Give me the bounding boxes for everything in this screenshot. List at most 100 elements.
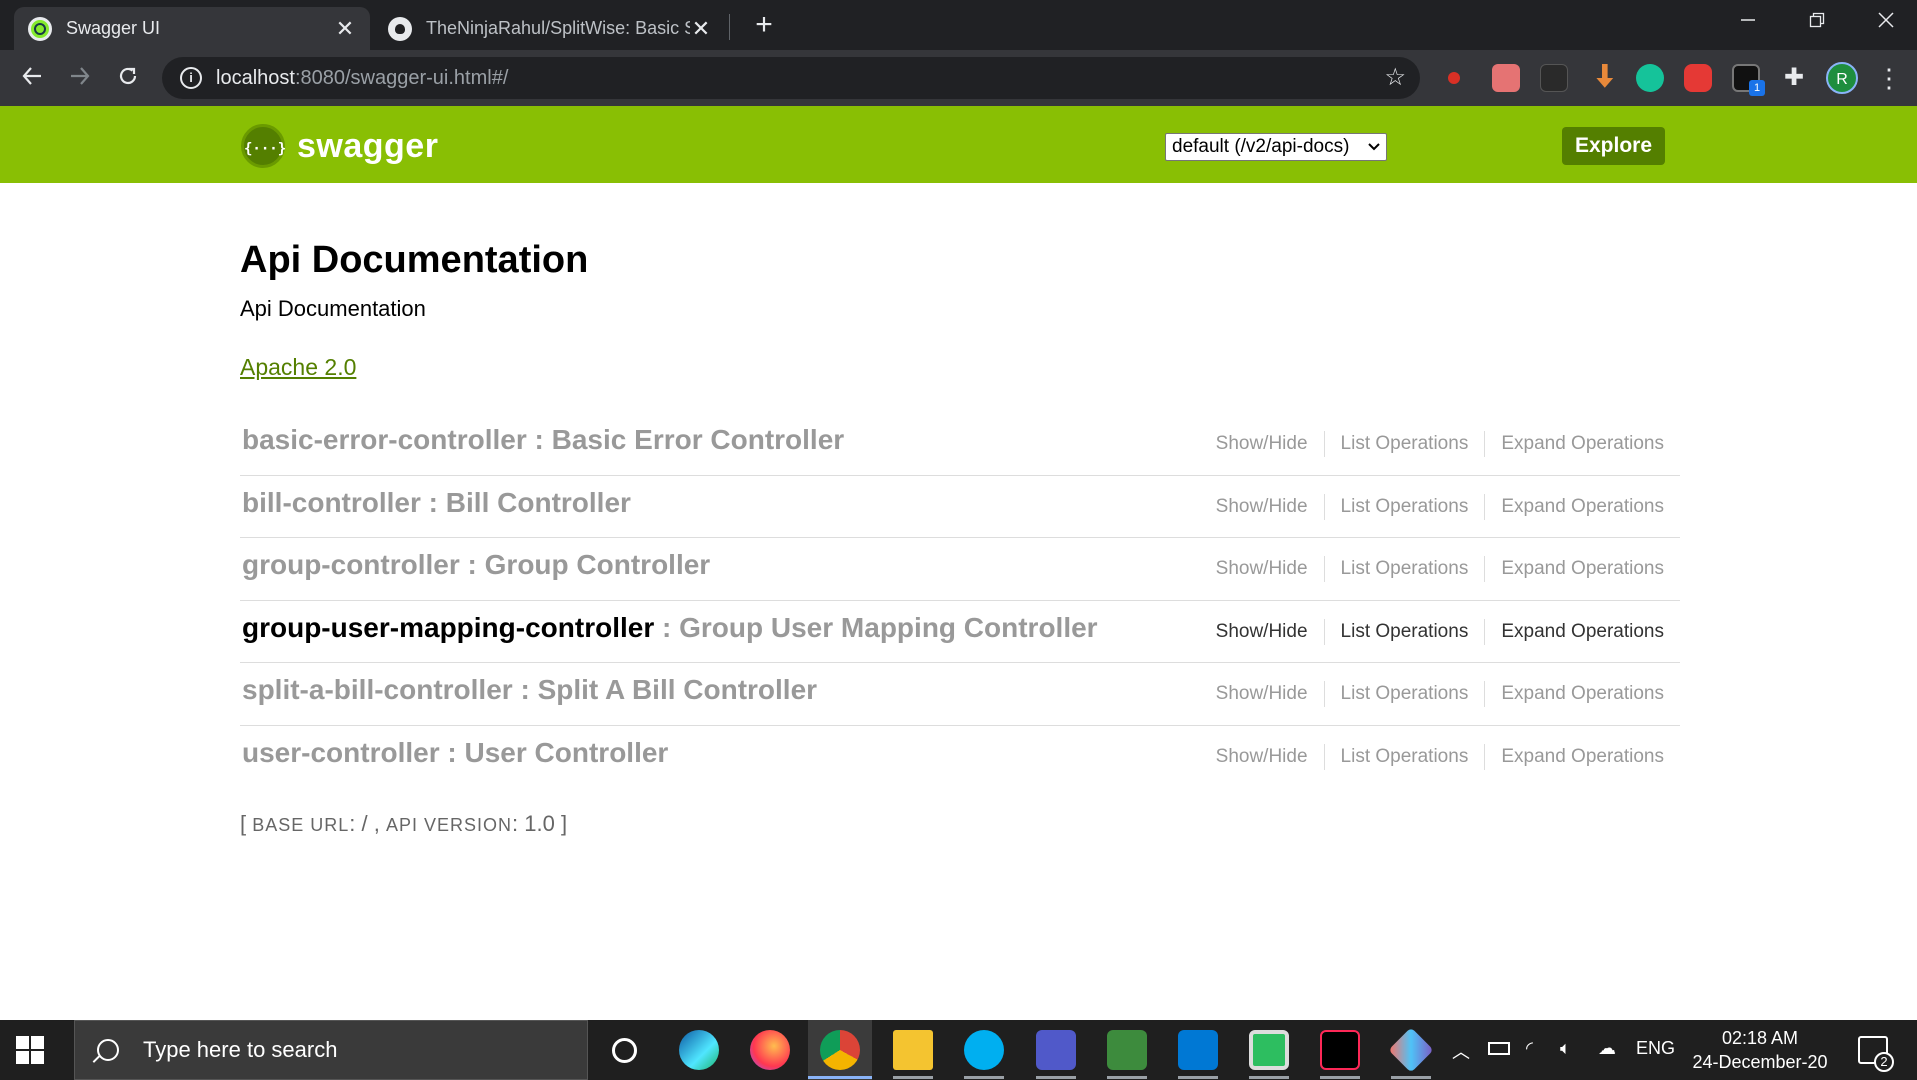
resource-name[interactable]: basic-error-controller	[242, 424, 527, 455]
resource-heading[interactable]: bill-controller : Bill Controller	[242, 487, 631, 519]
back-icon[interactable]	[14, 60, 50, 96]
running-indicator	[1036, 1076, 1076, 1079]
show-hide-link[interactable]: Show/Hide	[1200, 496, 1324, 518]
taskbar-clock[interactable]: 02:18 AM 24-December-20	[1690, 1026, 1830, 1074]
tab-close-icon[interactable]: ✕	[334, 16, 356, 42]
outlook-icon[interactable]	[1178, 1030, 1218, 1070]
list-operations-link[interactable]: List Operations	[1325, 746, 1485, 768]
running-indicator	[893, 1076, 933, 1079]
url-host: localhost	[216, 66, 295, 89]
api-title: Api Documentation	[240, 239, 589, 281]
resource-user-controller: user-controller : User Controller Show/H…	[240, 726, 1680, 789]
swagger-logo-icon: {···}	[241, 124, 286, 168]
new-tab-icon[interactable]: +	[748, 8, 780, 42]
browser-menu-icon[interactable]: ⋮	[1876, 60, 1902, 96]
show-hidden-icons-icon[interactable]: ︿	[1452, 1038, 1470, 1064]
resource-heading[interactable]: basic-error-controller : Basic Error Con…	[242, 424, 844, 456]
evernote-icon[interactable]	[1249, 1030, 1289, 1070]
browser-toolbar: i localhost:8080/swagger-ui.html#/ ☆	[0, 50, 1917, 106]
teams-icon[interactable]	[1036, 1030, 1076, 1070]
file-explorer-icon[interactable]	[893, 1030, 933, 1070]
expand-operations-link[interactable]: Expand Operations	[1485, 558, 1680, 580]
battery-icon[interactable]	[1488, 1042, 1510, 1055]
tab-swagger-ui[interactable]: Swagger UI ✕	[14, 7, 370, 50]
volume-icon[interactable]: 🔈︎	[1560, 1038, 1571, 1059]
show-hide-link[interactable]: Show/Hide	[1200, 433, 1324, 455]
chrome-icon[interactable]	[820, 1030, 860, 1070]
spec-selector[interactable]: default (/v2/api-docs)	[1165, 133, 1387, 161]
tab-close-icon[interactable]: ✕	[690, 16, 712, 42]
list-operations-link[interactable]: List Operations	[1325, 621, 1485, 643]
resource-name[interactable]: split-a-bill-controller	[242, 674, 513, 705]
show-hide-link[interactable]: Show/Hide	[1200, 558, 1324, 580]
language-indicator[interactable]: ENG	[1636, 1038, 1675, 1059]
windows-start-icon[interactable]	[16, 1036, 46, 1066]
resource-heading[interactable]: user-controller : User Controller	[242, 737, 668, 769]
reload-icon[interactable]	[110, 60, 146, 96]
pdf-extension-icon[interactable]	[1492, 64, 1520, 92]
blank-extension-icon[interactable]	[1540, 64, 1568, 92]
skype-icon[interactable]	[964, 1030, 1004, 1070]
running-indicator	[1320, 1076, 1360, 1079]
base-url-label: BASE URL	[252, 815, 350, 835]
expand-operations-link[interactable]: Expand Operations	[1485, 746, 1680, 768]
list-operations-link[interactable]: List Operations	[1325, 433, 1485, 455]
minimize-icon[interactable]	[1728, 4, 1768, 40]
restore-icon[interactable]	[1797, 4, 1837, 40]
firefox-icon[interactable]	[750, 1030, 790, 1070]
swagger-header: {···} swagger default (/v2/api-docs) Exp…	[0, 106, 1917, 183]
swagger-logo[interactable]: {···} swagger	[241, 124, 438, 168]
search-icon	[97, 1039, 119, 1061]
expand-operations-link[interactable]: Expand Operations	[1485, 433, 1680, 455]
cortana-icon[interactable]	[612, 1038, 637, 1063]
site-info-icon[interactable]: i	[180, 67, 202, 89]
running-indicator	[1178, 1076, 1218, 1079]
wifi-icon[interactable]: ◜	[1526, 1038, 1533, 1059]
record-extension-icon[interactable]	[1448, 72, 1460, 84]
base-url-value: /	[361, 811, 368, 836]
resource-list: basic-error-controller : Basic Error Con…	[240, 413, 1680, 789]
list-operations-link[interactable]: List Operations	[1325, 496, 1485, 518]
show-hide-link[interactable]: Show/Hide	[1200, 746, 1324, 768]
show-hide-link[interactable]: Show/Hide	[1200, 683, 1324, 705]
onedrive-icon[interactable]: ☁︎	[1598, 1038, 1616, 1059]
resource-operations: Show/Hide List Operations Expand Operation…	[1200, 618, 1680, 645]
explore-button[interactable]: Explore	[1562, 127, 1665, 165]
resource-name[interactable]: user-controller	[242, 737, 440, 768]
taskbar-search-input[interactable]: Type here to search	[74, 1020, 588, 1080]
tab-separator	[729, 14, 730, 40]
resource-split-a-bill-controller: split-a-bill-controller : Split A Bill C…	[240, 663, 1680, 726]
api-version-label: API VERSION	[386, 815, 513, 835]
list-operations-link[interactable]: List Operations	[1325, 558, 1485, 580]
window-close-icon[interactable]	[1866, 4, 1906, 40]
tab-github[interactable]: TheNinjaRahul/SplitWise: Basic Sp ✕	[374, 7, 726, 50]
resource-basic-error-controller: basic-error-controller : Basic Error Con…	[240, 413, 1680, 476]
list-operations-link[interactable]: List Operations	[1325, 683, 1485, 705]
show-hide-link[interactable]: Show/Hide	[1200, 621, 1324, 643]
forward-icon[interactable]	[62, 60, 98, 96]
expand-operations-link[interactable]: Expand Operations	[1485, 683, 1680, 705]
url-path: :8080/swagger-ui.html#/	[294, 66, 509, 89]
running-indicator	[1107, 1076, 1147, 1079]
address-bar[interactable]: i localhost:8080/swagger-ui.html#/ ☆	[162, 57, 1420, 99]
grammarly-icon[interactable]	[1636, 64, 1664, 92]
intellij-icon[interactable]	[1320, 1030, 1360, 1070]
expand-operations-link[interactable]: Expand Operations	[1485, 621, 1680, 643]
license-link[interactable]: Apache 2.0	[240, 354, 356, 381]
resource-heading[interactable]: group-controller : Group Controller	[242, 549, 710, 581]
edge-icon[interactable]	[679, 1030, 719, 1070]
tab-title: TheNinjaRahul/SplitWise: Basic Sp	[426, 18, 690, 38]
notepad-plus-icon[interactable]	[1107, 1030, 1147, 1070]
resource-name[interactable]: group-user-mapping-controller	[242, 612, 654, 643]
adblock-icon[interactable]	[1684, 64, 1712, 92]
resource-heading[interactable]: split-a-bill-controller : Split A Bill C…	[242, 674, 817, 706]
resource-operations: Show/Hide List Operations Expand Operation…	[1200, 743, 1680, 770]
resource-heading[interactable]: group-user-mapping-controller : Group Us…	[242, 612, 1098, 644]
bookmark-star-icon[interactable]: ☆	[1384, 63, 1406, 92]
resource-name[interactable]: bill-controller	[242, 487, 421, 518]
resource-name[interactable]: group-controller	[242, 549, 460, 580]
expand-operations-link[interactable]: Expand Operations	[1485, 496, 1680, 518]
profile-avatar[interactable]: R	[1826, 62, 1858, 94]
gitkraken-icon[interactable]	[1388, 1027, 1434, 1073]
extensions-puzzle-icon[interactable]: ✚	[1780, 64, 1808, 92]
